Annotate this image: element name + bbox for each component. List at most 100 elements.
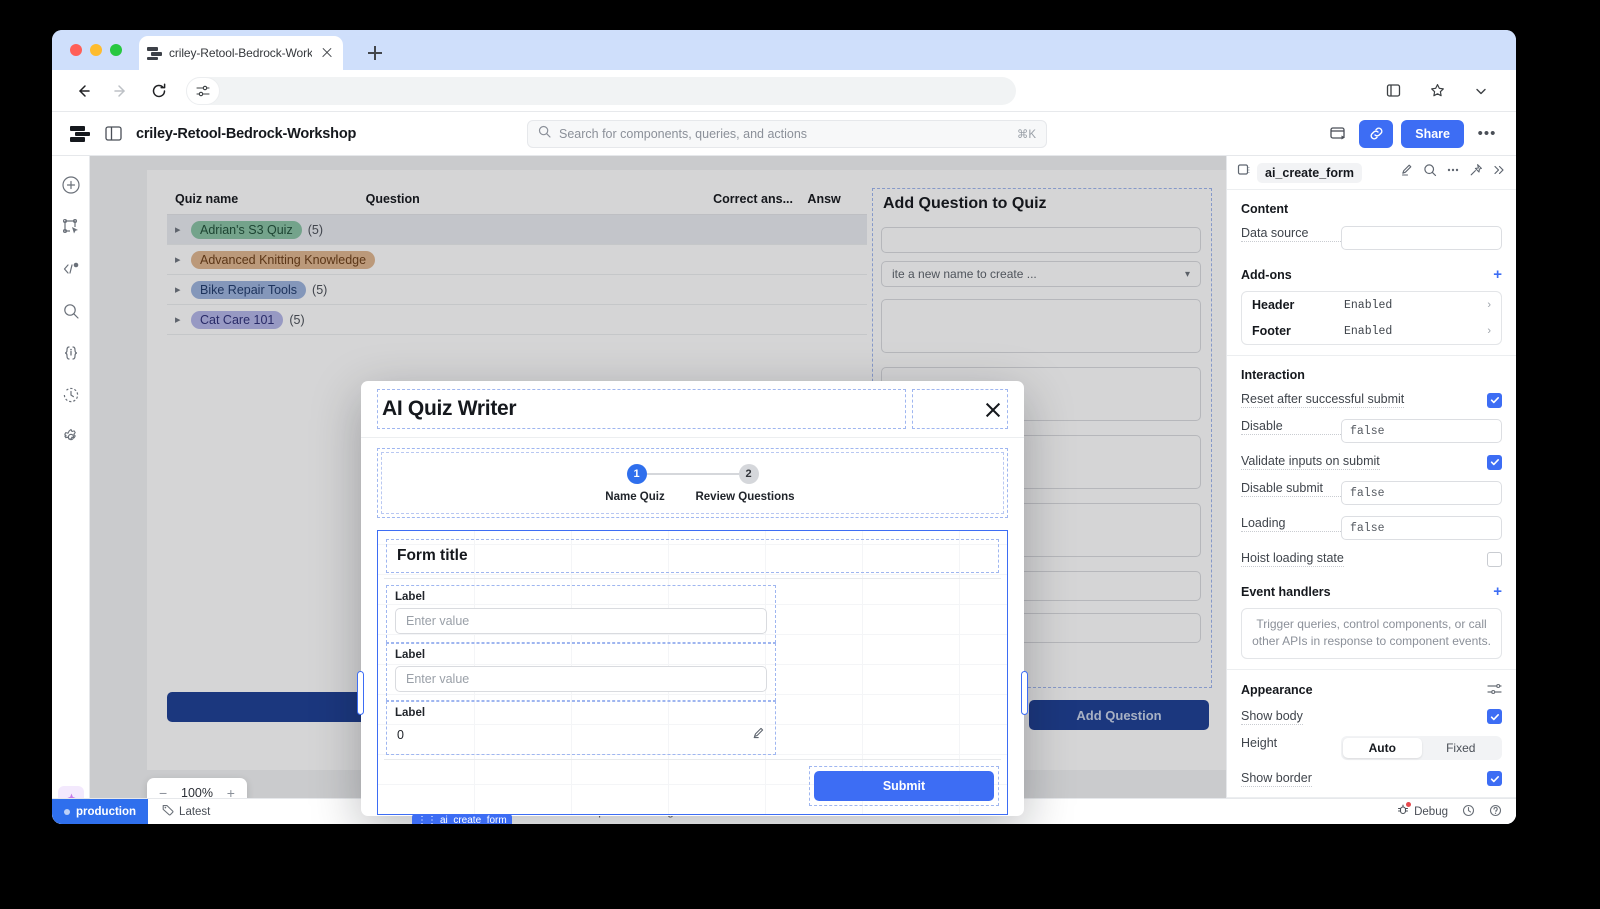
browser-toolbar-right	[1378, 76, 1500, 106]
form-title-container[interactable]: Form title	[386, 539, 999, 573]
drag-handle-icon[interactable]: ⋮⋮	[417, 815, 437, 824]
hoist-loading-checkbox[interactable]	[1487, 551, 1502, 567]
page-title: criley-Retool-Bedrock-Workshop	[136, 125, 357, 142]
retool-logo-icon[interactable]	[70, 125, 90, 142]
component-icon	[1237, 163, 1251, 182]
step-connector	[646, 472, 739, 475]
add-addon-button[interactable]: +	[1493, 266, 1502, 283]
inspector-section-content: Content Data source Add-ons + Header Ena…	[1227, 190, 1516, 356]
search-icon[interactable]	[1423, 163, 1437, 182]
close-icon[interactable]	[984, 401, 1002, 419]
new-tab-button[interactable]	[364, 42, 386, 64]
ai-create-form[interactable]: Form title Label Enter value Label Enter…	[377, 530, 1008, 824]
history-icon[interactable]	[1462, 804, 1475, 820]
tune-icon[interactable]	[186, 76, 220, 105]
minimize-window-button[interactable]	[90, 44, 102, 56]
field-label: Label	[395, 707, 426, 719]
height-option-auto[interactable]: Auto	[1343, 737, 1422, 758]
addons-title: Add-ons +	[1241, 266, 1502, 283]
show-body-checkbox[interactable]	[1487, 709, 1502, 725]
browser-menu-chevron-icon[interactable]	[1466, 76, 1496, 106]
component-name-tag[interactable]: ⋮⋮ ai_create_form	[412, 814, 512, 824]
reset-after-submit-checkbox[interactable]	[1487, 392, 1502, 408]
forward-button[interactable]	[106, 76, 136, 106]
stepper-container[interactable]: 1 2 Name Quiz Review Questions	[377, 448, 1008, 518]
modal-title-container[interactable]: AI Quiz Writer	[377, 389, 906, 429]
addons-list: Header Enabled › Footer Enabled ›	[1241, 291, 1502, 345]
step-1-circle[interactable]: 1	[626, 463, 647, 484]
browser-tab[interactable]: criley-Retool-Bedrock-Worksh	[139, 36, 343, 70]
panel-toggle-icon[interactable]	[102, 123, 124, 145]
close-window-button[interactable]	[70, 44, 82, 56]
data-source-input[interactable]	[1341, 226, 1502, 250]
back-button[interactable]	[68, 76, 98, 106]
global-search[interactable]: Search for components, queries, and acti…	[527, 120, 1047, 148]
bookmark-star-icon[interactable]	[1422, 76, 1452, 106]
height-option-fixed[interactable]: Fixed	[1422, 738, 1501, 758]
reading-list-icon[interactable]	[1378, 76, 1408, 106]
step-2-circle[interactable]: 2	[738, 463, 759, 484]
field-input[interactable]: Enter value	[395, 666, 767, 692]
more-dots-icon[interactable]	[1446, 163, 1460, 182]
addons-label: Add-ons	[1241, 267, 1292, 282]
pencil-icon[interactable]	[752, 726, 765, 744]
left-rail	[52, 156, 90, 824]
reset-after-submit-label: Reset after successful submit	[1241, 392, 1405, 408]
copy-link-button[interactable]	[1359, 119, 1394, 148]
hoist-loading-label: Hoist loading state	[1241, 551, 1344, 567]
disable-submit-label: Disable submit	[1241, 481, 1341, 497]
loading-row: Loading false	[1241, 516, 1502, 540]
disable-input[interactable]: false	[1341, 419, 1502, 443]
state-braces-icon[interactable]	[58, 340, 84, 366]
environment-badge[interactable]: production	[52, 798, 149, 824]
status-bar-right: Debug	[1397, 802, 1516, 820]
form-field-1[interactable]: Label Enter value	[386, 585, 776, 643]
screen: criley-Retool-Bedrock-Worksh criley-Reto…	[0, 0, 1600, 909]
maximize-window-button[interactable]	[110, 44, 122, 56]
select-frame-icon[interactable]	[58, 214, 84, 240]
help-circle-icon[interactable]	[1489, 804, 1502, 820]
reload-button[interactable]	[144, 76, 174, 106]
inspector-header-actions	[1400, 163, 1506, 182]
validate-inputs-checkbox[interactable]	[1487, 454, 1502, 470]
event-handlers-empty-state[interactable]: Trigger queries, control components, or …	[1241, 608, 1502, 659]
form-field-3[interactable]: Label 0	[386, 701, 776, 755]
collapse-right-icon[interactable]	[1492, 163, 1506, 182]
inspector-component-name[interactable]: ai_create_form	[1257, 162, 1362, 183]
stepper-labels: Name Quiz Review Questions	[583, 491, 803, 503]
addon-row-header[interactable]: Header Enabled ›	[1242, 292, 1501, 318]
validate-inputs-label: Validate inputs on submit	[1241, 454, 1380, 470]
height-label: Height	[1241, 735, 1278, 750]
add-component-icon[interactable]	[58, 172, 84, 198]
debug-button[interactable]: Debug	[1397, 802, 1448, 819]
field-input[interactable]: Enter value	[395, 608, 767, 634]
share-button[interactable]: Share	[1401, 119, 1464, 148]
app-more-button[interactable]: •••	[1472, 120, 1502, 148]
submit-container[interactable]: Submit	[809, 766, 999, 806]
code-icon[interactable]	[58, 256, 84, 282]
preview-icon[interactable]	[1325, 121, 1351, 147]
search-icon[interactable]	[58, 298, 84, 324]
height-segmented-control[interactable]: Auto Fixed	[1341, 735, 1502, 760]
browser-window: criley-Retool-Bedrock-Worksh criley-Reto…	[52, 30, 1516, 824]
address-bar[interactable]	[186, 76, 1016, 105]
history-icon[interactable]	[58, 382, 84, 408]
add-event-handler-button[interactable]: +	[1493, 583, 1502, 600]
environment-label: production	[76, 805, 137, 818]
environment-dot	[64, 808, 70, 815]
submit-button[interactable]: Submit	[814, 771, 994, 801]
form-field-2[interactable]: Label Enter value	[386, 643, 776, 701]
show-border-checkbox[interactable]	[1487, 771, 1502, 787]
loading-input[interactable]: false	[1341, 516, 1502, 540]
disable-submit-input[interactable]: false	[1341, 481, 1502, 505]
gear-icon[interactable]	[58, 424, 84, 450]
branch-selector[interactable]: Latest	[148, 804, 224, 819]
edit-pencil-icon[interactable]	[1400, 163, 1414, 182]
close-tab-icon[interactable]	[319, 45, 335, 61]
field-number[interactable]: 0	[395, 724, 767, 746]
addon-row-footer[interactable]: Footer Enabled ›	[1242, 318, 1501, 344]
ai-quiz-writer-modal: AI Quiz Writer 1 2 Name Quiz Review Ques…	[357, 381, 1028, 824]
sliders-icon[interactable]	[1487, 682, 1502, 699]
pin-icon[interactable]	[1469, 163, 1483, 182]
inspector-content[interactable]: Content Data source Add-ons + Header Ena…	[1227, 190, 1516, 824]
